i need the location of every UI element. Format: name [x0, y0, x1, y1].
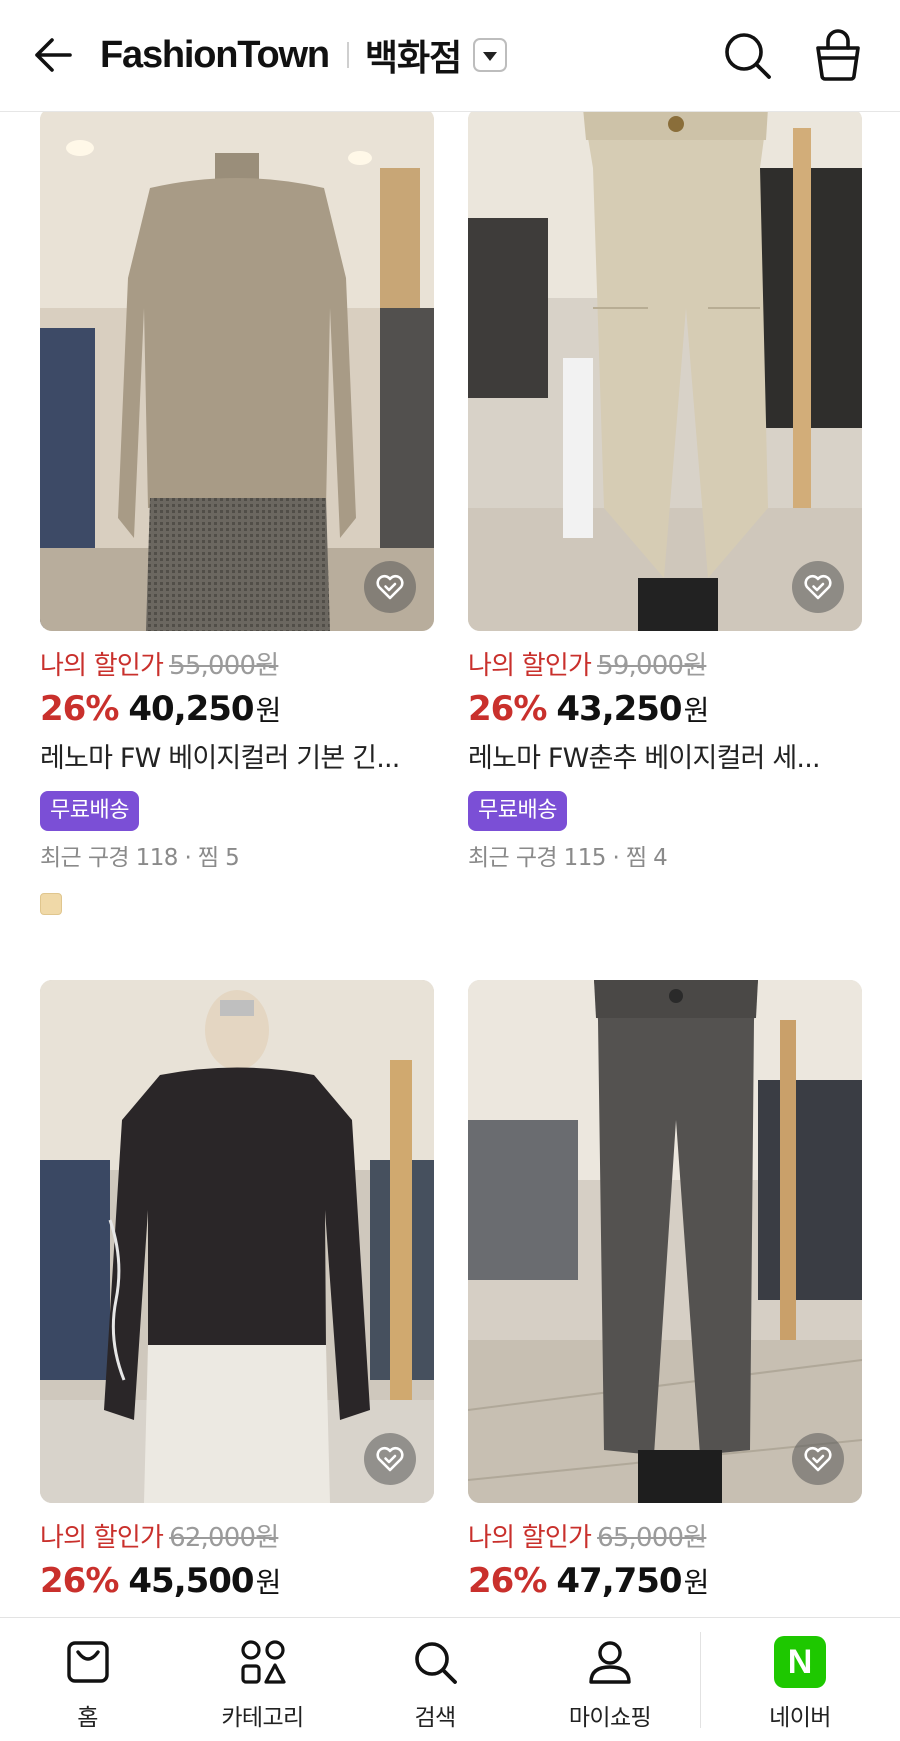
nav-home[interactable]: 홈 — [30, 1618, 145, 1741]
wishlist-button[interactable] — [792, 561, 844, 613]
product-card[interactable]: 나의 할인가 65,000원 26% 47,750 원 — [468, 980, 862, 1601]
original-price: 59,000원 — [597, 650, 707, 681]
product-card[interactable]: 나의 할인가 59,000원 26% 43,250 원 레노마 FW춘추 베이지… — [468, 108, 862, 875]
wishlist-button[interactable] — [364, 1433, 416, 1485]
category-icon — [237, 1636, 289, 1688]
my-price-label: 나의 할인가 — [40, 650, 164, 681]
nav-search[interactable]: 검색 — [385, 1618, 485, 1741]
product-card[interactable]: 나의 할인가 55,000원 26% 40,250 원 레노마 FW 베이지컬러… — [40, 108, 434, 915]
beige-pants-photo — [468, 108, 862, 631]
product-image[interactable] — [468, 108, 862, 631]
nav-my-shopping[interactable]: 마이쇼핑 — [555, 1618, 665, 1741]
heart-check-icon — [804, 1446, 832, 1472]
home-bag-icon — [62, 1636, 114, 1688]
person-icon — [584, 1636, 636, 1688]
bottom-navigation: 홈 카테고리 검색 마이쇼핑 N 네이버 — [0, 1617, 900, 1741]
naver-logo-icon: N — [774, 1636, 826, 1688]
price-final-line: 26% 40,250 원 — [40, 689, 434, 729]
nav-naver[interactable]: N 네이버 — [750, 1618, 850, 1741]
product-title[interactable]: 레노마 FW춘추 베이지컬러 세... — [468, 739, 862, 779]
price-original-line: 나의 할인가 59,000원 — [468, 645, 862, 681]
product-image[interactable] — [468, 980, 862, 1503]
shopping-bag-icon — [816, 29, 860, 81]
arrow-left-icon — [35, 38, 72, 72]
price-original-line: 나의 할인가 55,000원 — [40, 645, 434, 681]
heart-check-icon — [376, 574, 404, 600]
black-sweatshirt-photo — [40, 980, 434, 1503]
original-price: 65,000원 — [597, 1522, 707, 1553]
product-title[interactable]: 레노마 FW 베이지컬러 기본 긴... — [40, 739, 434, 779]
nav-label: 마이쇼핑 — [568, 1705, 652, 1731]
price-final-line: 26% 43,250 원 — [468, 689, 862, 729]
brand-area: FashionTown 백화점 — [100, 29, 508, 81]
product-image[interactable] — [40, 108, 434, 631]
store-name[interactable]: 백화점 — [365, 29, 462, 81]
header-search-button[interactable] — [722, 30, 774, 82]
app-header: FashionTown 백화점 — [0, 0, 900, 112]
wishlist-button[interactable] — [792, 1433, 844, 1485]
discount-percent: 26% — [468, 1561, 547, 1601]
gray-slacks-photo — [468, 980, 862, 1503]
nav-label: 검색 — [414, 1705, 456, 1731]
price-final-line: 26% 45,500 원 — [40, 1561, 434, 1601]
free-shipping-badge: 무료배송 — [468, 791, 567, 831]
discount-percent: 26% — [40, 1561, 119, 1601]
product-image[interactable] — [40, 980, 434, 1503]
currency-unit: 원 — [683, 694, 710, 727]
nav-category[interactable]: 카테고리 — [200, 1618, 325, 1741]
price-original-line: 나의 할인가 62,000원 — [40, 1517, 434, 1553]
heart-check-icon — [376, 1446, 404, 1472]
final-price: 43,250 — [556, 689, 682, 729]
color-swatch[interactable] — [40, 893, 62, 915]
nav-label: 홈 — [77, 1705, 98, 1731]
my-price-label: 나의 할인가 — [468, 650, 592, 681]
back-button[interactable] — [28, 30, 78, 80]
my-price-label: 나의 할인가 — [40, 1522, 164, 1553]
brand-divider — [346, 42, 349, 68]
final-price: 47,750 — [556, 1561, 682, 1601]
cart-button[interactable] — [812, 28, 864, 82]
final-price: 40,250 — [128, 689, 254, 729]
product-stats: 최근 구경 118 · 찜 5 — [40, 845, 240, 871]
currency-unit: 원 — [255, 1566, 282, 1599]
discount-percent: 26% — [468, 689, 547, 729]
heart-check-icon — [804, 574, 832, 600]
nav-label: 카테고리 — [221, 1705, 304, 1731]
discount-percent: 26% — [40, 689, 119, 729]
my-price-label: 나의 할인가 — [468, 1522, 592, 1553]
free-shipping-badge: 무료배송 — [40, 791, 139, 831]
currency-unit: 원 — [255, 694, 282, 727]
search-icon — [409, 1636, 461, 1688]
product-stats: 최근 구경 115 · 찜 4 — [468, 845, 668, 871]
wishlist-button[interactable] — [364, 561, 416, 613]
original-price: 62,000원 — [169, 1522, 279, 1553]
nav-label: 네이버 — [769, 1705, 831, 1731]
store-dropdown-button[interactable] — [473, 38, 508, 72]
price-final-line: 26% 47,750 원 — [468, 1561, 862, 1601]
brand-name[interactable]: FashionTown — [100, 34, 330, 77]
nav-divider — [700, 1632, 701, 1728]
search-icon — [725, 33, 771, 79]
caret-down-icon — [483, 52, 498, 61]
final-price: 45,500 — [128, 1561, 254, 1601]
original-price: 55,000원 — [169, 650, 279, 681]
price-original-line: 나의 할인가 65,000원 — [468, 1517, 862, 1553]
product-card[interactable]: 나의 할인가 62,000원 26% 45,500 원 — [40, 980, 434, 1601]
currency-unit: 원 — [683, 1566, 710, 1599]
turtleneck-sweater-photo — [40, 108, 434, 631]
